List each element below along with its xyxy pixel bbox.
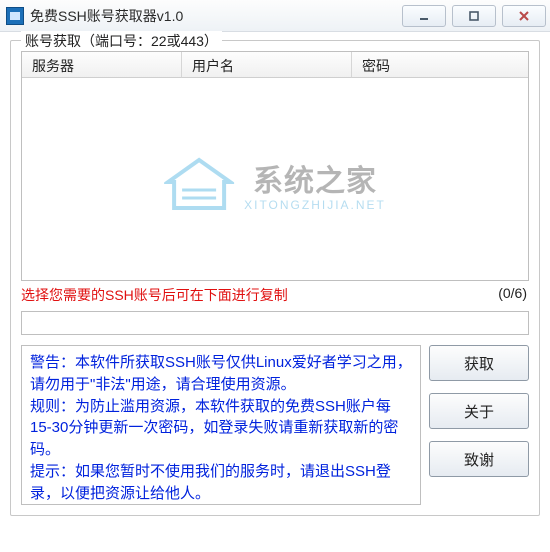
column-password[interactable]: 密码 (352, 52, 528, 78)
counter-label: (0/6) (498, 285, 527, 301)
minimize-button[interactable] (402, 5, 446, 27)
watermark-title: 系统之家 (244, 156, 386, 200)
watermark: 系统之家 XITONGZHIJIA.NET (164, 156, 386, 212)
account-listview[interactable]: 服务器 用户名 密码 系统之家 (21, 51, 529, 281)
info-tip: 提示：如果您暂时不使用我们的服务时，请退出SSH登录，以便把资源让给他人。 (30, 461, 412, 505)
app-icon (6, 7, 24, 25)
listview-header: 服务器 用户名 密码 (22, 52, 528, 78)
fetch-button[interactable]: 获取 (429, 345, 529, 381)
info-warning: 警告：本软件所获取SSH账号仅供Linux爱好者学习之用，请勿用于"非法"用途，… (30, 352, 412, 396)
groupbox-label: 账号获取（端口号：22或443） (21, 31, 222, 51)
info-rules: 规则：为防止滥用资源，本软件获取的免费SSH账户每15-30分钟更新一次密码，如… (30, 396, 412, 461)
copy-input[interactable] (21, 311, 529, 335)
window-controls (402, 5, 550, 27)
column-server[interactable]: 服务器 (22, 52, 182, 78)
maximize-button[interactable] (452, 5, 496, 27)
info-panel: 警告：本软件所获取SSH账号仅供Linux爱好者学习之用，请勿用于"非法"用途，… (21, 345, 421, 505)
selection-tip: 选择您需要的SSH账号后可在下面进行复制 (21, 285, 288, 305)
title-bar: 免费SSH账号获取器v1.0 (0, 0, 550, 32)
close-button[interactable] (502, 5, 546, 27)
about-button[interactable]: 关于 (429, 393, 529, 429)
column-username[interactable]: 用户名 (182, 52, 352, 78)
window-title: 免费SSH账号获取器v1.0 (30, 6, 183, 26)
account-groupbox: 账号获取（端口号：22或443） 服务器 用户名 密码 (10, 40, 540, 516)
listview-body[interactable]: 系统之家 XITONGZHIJIA.NET (22, 78, 528, 281)
thanks-button[interactable]: 致谢 (429, 441, 529, 477)
house-icon (164, 156, 234, 212)
watermark-subtitle: XITONGZHIJIA.NET (244, 198, 386, 212)
